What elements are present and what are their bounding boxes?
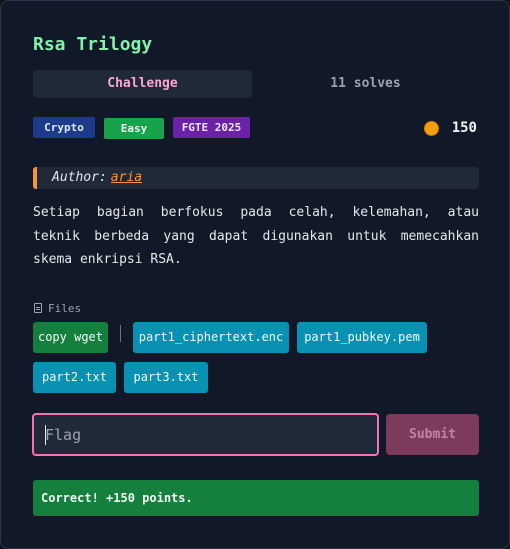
tab-bar: Challenge 11 solves <box>33 70 479 98</box>
file-button-part1-pubkey[interactable]: part1_pubkey.pem <box>297 322 427 353</box>
file-icon <box>34 303 42 313</box>
divider <box>120 325 121 342</box>
tab-challenge[interactable]: Challenge <box>33 70 252 98</box>
file-button-part2[interactable]: part2.txt <box>33 362 116 393</box>
coin-icon <box>423 120 439 136</box>
challenge-description: Setiap bagian berfokus pada celah, kelem… <box>33 205 479 267</box>
difficulty-tag: Easy <box>104 118 164 139</box>
points-display: 150 <box>423 118 477 138</box>
challenge-title: Rsa Trilogy <box>33 34 153 55</box>
author-label: Author: <box>52 170 107 185</box>
success-message: Correct! +150 points. <box>33 480 479 516</box>
file-button-part1-ciphertext[interactable]: part1_ciphertext.enc <box>133 322 289 353</box>
files-heading: Files <box>34 301 81 315</box>
challenge-card: Rsa Trilogy Challenge 11 solves Crypto E… <box>0 0 510 549</box>
points-value: 150 <box>451 120 477 136</box>
file-button-part3[interactable]: part3.txt <box>124 362 208 393</box>
event-tag: FGTE 2025 <box>173 117 250 138</box>
submit-button[interactable]: Submit <box>386 414 479 455</box>
files-label: Files <box>48 301 82 315</box>
author-box: Author: aria <box>33 167 479 189</box>
tab-solves[interactable]: 11 solves <box>252 70 479 98</box>
category-tag: Crypto <box>33 117 95 138</box>
copy-wget-button[interactable]: copy wget <box>33 322 108 353</box>
flag-input[interactable] <box>32 413 379 456</box>
author-link[interactable]: aria <box>111 170 142 185</box>
text-caret <box>45 425 46 445</box>
